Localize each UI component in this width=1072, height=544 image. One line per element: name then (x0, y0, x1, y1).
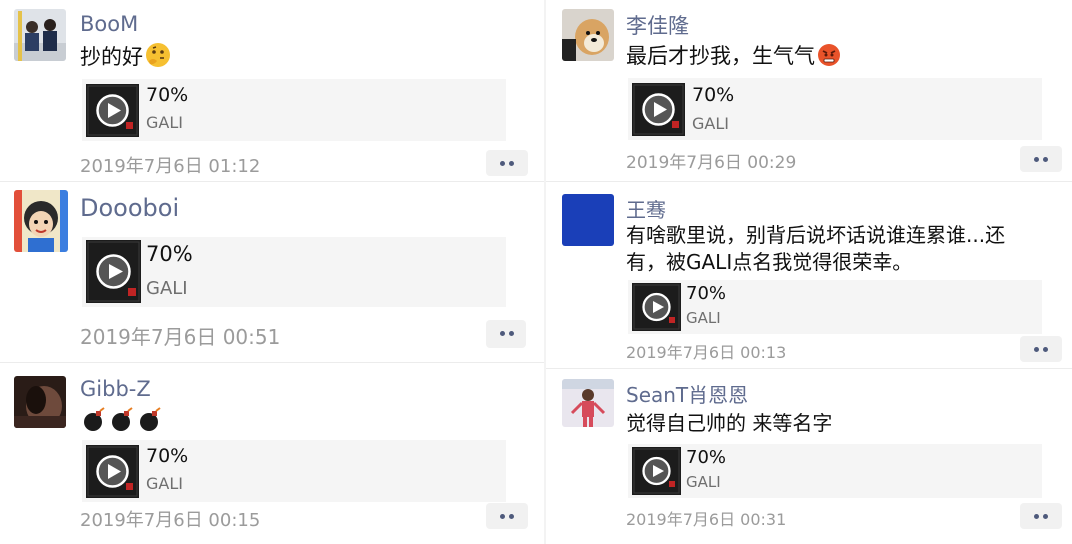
comment-post: BooM 抄的好 70% GALI 2019年7月6日 01:12 (0, 0, 544, 180)
music-card[interactable]: 70% GALI (82, 79, 506, 141)
music-title: 70% (146, 84, 189, 106)
comment-post: 王骞 有啥歌里说，别背后说坏话说谁连累谁...还 有，被GALI点名我觉得很荣幸… (546, 182, 1072, 368)
username[interactable]: Doooboi (80, 194, 179, 222)
thinking-face-icon (145, 42, 171, 76)
right-column: 李佳隆 最后才抄我，生气气 70% GALI 2019年7月6日 00:29 王… (546, 0, 1072, 544)
username[interactable]: SeanT肖恩恩 (626, 379, 748, 408)
avatar[interactable] (14, 376, 66, 428)
timestamp: 2019年7月6日 00:51 (80, 325, 281, 349)
avatar[interactable] (562, 9, 614, 61)
comment-post: Doooboi 70% GALI 2019年7月6日 00:51 (0, 182, 544, 362)
music-artist: GALI (146, 474, 183, 493)
comment-post: Gibb-Z 70% GALI 2019年7月6日 00:15 (0, 363, 544, 544)
left-column: BooM 抄的好 70% GALI 2019年7月6日 01:12 Dooobo… (0, 0, 544, 544)
music-title: 70% (146, 445, 189, 467)
comment-post: 李佳隆 最后才抄我，生气气 70% GALI 2019年7月6日 00:29 (546, 0, 1072, 180)
timestamp: 2019年7月6日 01:12 (80, 156, 261, 177)
timestamp: 2019年7月6日 00:29 (626, 153, 797, 173)
album-cover (632, 83, 685, 136)
username[interactable]: 李佳隆 (626, 10, 689, 40)
username[interactable]: BooM (80, 12, 138, 36)
music-artist: GALI (692, 114, 729, 133)
music-card[interactable]: 70% GALI (82, 237, 506, 307)
music-card[interactable]: 70% GALI (628, 280, 1042, 334)
music-artist: GALI (146, 278, 188, 299)
bomb-icon (84, 407, 161, 431)
music-artist: GALI (686, 309, 721, 327)
avatar[interactable] (562, 194, 614, 246)
more-options-button[interactable] (1020, 503, 1062, 529)
music-card[interactable]: 70% GALI (628, 78, 1042, 140)
avatar[interactable] (14, 9, 66, 61)
album-cover (632, 283, 681, 331)
more-options-button[interactable] (486, 150, 528, 176)
comment-text: 最后才抄我，生气气 (626, 42, 841, 75)
more-options-button[interactable] (1020, 336, 1062, 362)
music-title: 70% (686, 447, 727, 468)
more-options-button[interactable] (1020, 146, 1062, 172)
music-title: 70% (686, 283, 727, 304)
album-cover (632, 447, 681, 495)
more-options-button[interactable] (486, 503, 528, 529)
username[interactable]: 王骞 (626, 194, 666, 223)
avatar[interactable] (14, 190, 68, 252)
music-title: 70% (692, 84, 735, 106)
music-card[interactable]: 70% GALI (82, 440, 506, 502)
timestamp: 2019年7月6日 00:15 (80, 510, 261, 531)
music-artist: GALI (146, 113, 183, 132)
comment-text: 觉得自己帅的 来等名字 (626, 411, 833, 435)
comment-text: 有，被GALI点名我觉得很荣幸。 (626, 250, 913, 274)
album-cover (86, 240, 141, 303)
album-cover (86, 84, 139, 137)
comment-text: 抄的好 (80, 42, 171, 76)
avatar[interactable] (562, 379, 614, 427)
username[interactable]: Gibb-Z (80, 377, 151, 401)
music-artist: GALI (686, 473, 721, 491)
comment-post: SeanT肖恩恩 觉得自己帅的 来等名字 70% GALI 2019年7月6日 … (546, 369, 1072, 544)
album-cover (86, 445, 139, 498)
comment-emojis (82, 407, 166, 433)
timestamp: 2019年7月6日 00:31 (626, 510, 787, 529)
music-card[interactable]: 70% GALI (628, 444, 1042, 498)
more-options-button[interactable] (486, 320, 526, 348)
angry-face-icon (817, 43, 841, 75)
timestamp: 2019年7月6日 00:13 (626, 343, 787, 362)
comment-text: 有啥歌里说，别背后说坏话说谁连累谁...还 (626, 223, 1006, 247)
music-title: 70% (146, 242, 193, 266)
